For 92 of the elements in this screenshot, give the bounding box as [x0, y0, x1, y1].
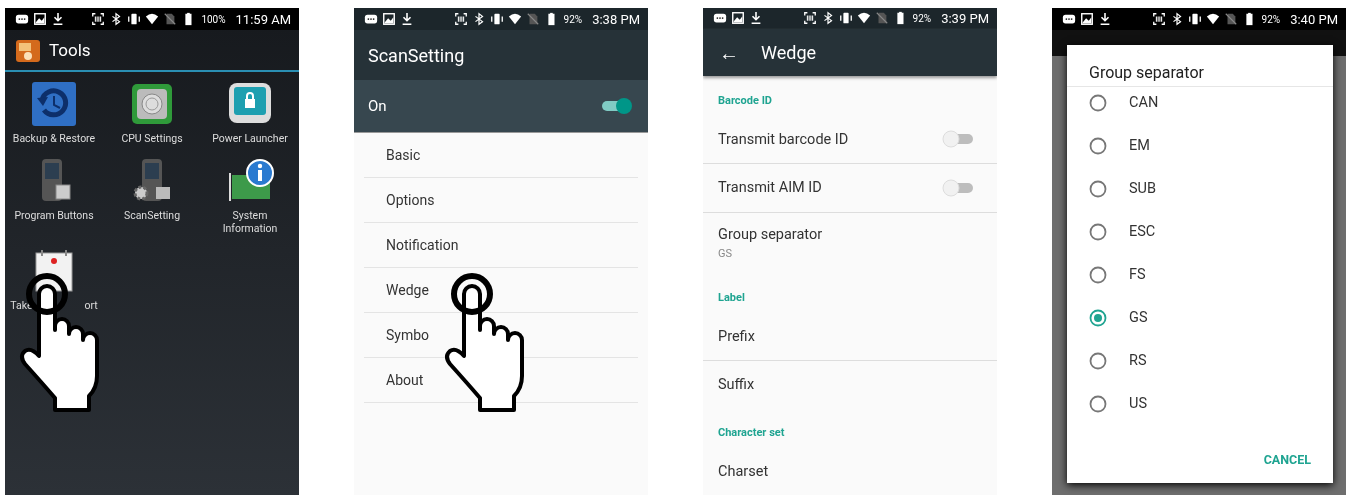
section-header: Character set [717, 425, 786, 442]
clock-time: 3:38 PM [592, 11, 640, 27]
scan-icon [91, 12, 106, 26]
clock-time: 3:39 PM [941, 10, 989, 26]
back-arrow[interactable]: ← [719, 40, 739, 65]
clock-time: 3:40 PM [1290, 11, 1338, 27]
menu-item[interactable]: Notification [364, 223, 638, 268]
setting-row[interactable]: Suffix [703, 360, 997, 409]
no-sim-icon [163, 12, 178, 26]
radio-option[interactable]: RS [1067, 339, 1333, 382]
switch-label: On [368, 97, 387, 115]
no-sim-icon [525, 12, 540, 26]
app-label: Backup & Restore [12, 132, 96, 145]
battery-percent: 92% [1261, 13, 1281, 25]
radio-option[interactable]: FS [1067, 253, 1333, 296]
app-label: Information [222, 222, 278, 235]
option-label: FS [1129, 266, 1146, 283]
no-sim-icon [874, 11, 889, 26]
option-label: ESC [1129, 223, 1156, 240]
radio-button[interactable] [1089, 351, 1107, 370]
setting-row[interactable]: Group separator GS [703, 212, 997, 274]
radio-option[interactable]: ESC [1067, 210, 1333, 253]
option-label: SUB [1129, 180, 1157, 197]
image-icon [382, 12, 396, 26]
section-header: Label [717, 290, 746, 307]
vibrate-icon [838, 11, 853, 26]
radio-button[interactable] [1089, 394, 1107, 413]
setting-label: Suffix [718, 376, 755, 394]
setting-row[interactable]: Transmit AIM ID [703, 164, 997, 213]
screen-title: Wedge [761, 42, 817, 64]
option-label: EM [1129, 137, 1150, 154]
app-label: Power Launcher [212, 132, 288, 145]
battery-percent: 92% [563, 13, 583, 25]
vibrate-icon [489, 12, 504, 26]
radio-button[interactable] [1089, 265, 1107, 284]
wifi-icon [145, 12, 160, 26]
clock-time: 11:59 AM [235, 11, 291, 27]
option-label: GS [1129, 309, 1148, 326]
download-icon [1098, 12, 1112, 26]
image-icon [1080, 12, 1094, 26]
radio-button[interactable] [1089, 93, 1107, 112]
setting-label: Charset [718, 462, 769, 480]
message-icon [1062, 12, 1076, 26]
scan-icon [453, 12, 468, 26]
setting-value: GS [718, 246, 733, 260]
section-header: Barcode ID [717, 93, 773, 110]
app-label: CPU Settings [121, 132, 183, 145]
option-label: CAN [1129, 94, 1159, 111]
wifi-icon [507, 12, 522, 26]
option-label: RS [1129, 352, 1147, 369]
setting-row[interactable]: Prefix [703, 312, 997, 361]
app-label: Program Buttons [14, 209, 94, 222]
vibrate-icon [127, 12, 142, 26]
setting-label: Transmit barcode ID [718, 130, 849, 148]
battery-percent: 100% [201, 13, 226, 25]
setting-label: Prefix [718, 327, 755, 345]
radio-option[interactable]: SUB [1067, 167, 1333, 210]
dialog-title: Group separator [1067, 45, 1333, 87]
radio-button[interactable] [1089, 179, 1107, 198]
setting-label: Group separator [718, 225, 823, 243]
app-title: Tools [49, 40, 91, 60]
radio-button[interactable] [1089, 136, 1107, 155]
radio-button[interactable] [1089, 222, 1107, 241]
setting-row[interactable]: Charset [703, 447, 997, 495]
radio-button[interactable] [1089, 308, 1107, 327]
setting-row[interactable]: Transmit barcode ID [703, 115, 997, 164]
app-label: System [232, 209, 268, 222]
screen-title: ScanSetting [368, 44, 465, 66]
toolbox-icon [15, 37, 41, 63]
menu-item[interactable]: Basic [364, 133, 638, 178]
setting-label: Transmit AIM ID [718, 179, 822, 197]
app-label: ScanSetting [123, 209, 181, 222]
radio-option[interactable]: US [1067, 382, 1333, 425]
download-icon [51, 12, 65, 26]
battery-percent: 92% [912, 12, 932, 24]
app-label: ort [84, 299, 98, 312]
image-icon [33, 12, 47, 26]
message-icon [15, 12, 29, 26]
wifi-icon [856, 11, 871, 26]
image-icon [731, 11, 745, 26]
wifi-icon [1205, 12, 1220, 26]
radio-option[interactable]: GS [1067, 296, 1333, 339]
download-icon [400, 12, 414, 26]
menu-item[interactable]: Options [364, 178, 638, 223]
download-icon [749, 11, 763, 26]
radio-option[interactable]: EM [1067, 124, 1333, 167]
no-sim-icon [1223, 12, 1238, 26]
message-icon [364, 12, 378, 26]
option-label: US [1129, 395, 1147, 412]
vibrate-icon [1187, 12, 1202, 26]
scan-icon [1151, 12, 1166, 26]
scan-icon [802, 11, 817, 26]
